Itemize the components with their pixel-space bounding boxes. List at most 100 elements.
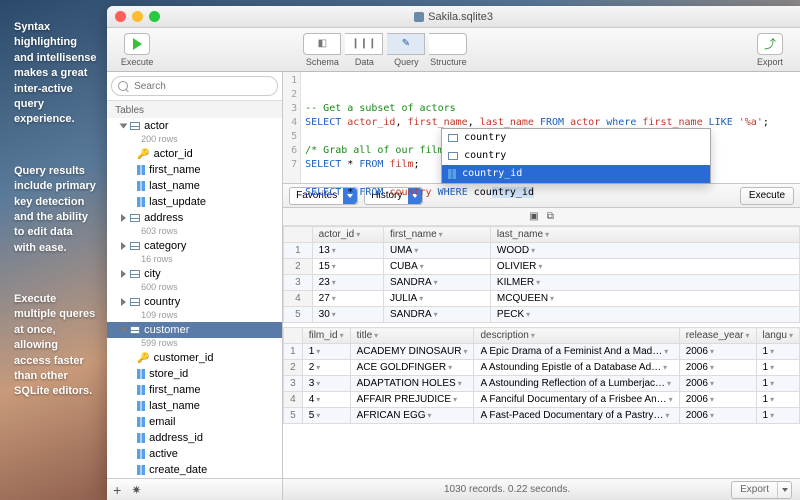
table-node-actor[interactable]: actor [107, 118, 282, 134]
cell[interactable]: AFRICAN EGG▾ [350, 408, 474, 424]
autocomplete-item[interactable]: country_id [442, 165, 710, 183]
column-header[interactable]: last_name▾ [490, 227, 799, 243]
results-pane[interactable]: ▣ ⧉ actor_id▾first_name▾last_name▾113▾UM… [283, 208, 800, 478]
cell[interactable]: A Astounding Reflection of a Lumberjac…▾ [474, 376, 679, 392]
cell[interactable]: ACADEMY DINOSAUR▾ [350, 344, 474, 360]
cell[interactable]: A Astounding Epistle of a Database Ad…▾ [474, 360, 679, 376]
cell[interactable]: 5▾ [302, 408, 350, 424]
cell[interactable]: 1▾ [756, 392, 799, 408]
cell[interactable]: A Fast-Paced Documentary of a Pastry…▾ [474, 408, 679, 424]
cell[interactable]: 2006▾ [679, 376, 756, 392]
table-row[interactable]: 44▾AFFAIR PREJUDICE▾A Fanciful Documenta… [284, 392, 800, 408]
column-node[interactable]: last_name [107, 398, 282, 414]
table-row[interactable]: 22▾ACE GOLDFINGER▾A Astounding Epistle o… [284, 360, 800, 376]
tab-structure[interactable]: Structure [427, 33, 469, 67]
cell[interactable]: A Fanciful Documentary of a Frisbee An…▾ [474, 392, 679, 408]
cell[interactable]: 15▾ [312, 259, 383, 275]
table-row[interactable]: 215▾CUBA▾OLIVIER▾ [284, 259, 800, 275]
table-row[interactable]: 530▾SANDRA▾PECK▾ [284, 307, 800, 323]
table-node-country[interactable]: country [107, 294, 282, 310]
cell[interactable]: PECK▾ [490, 307, 799, 323]
table-row[interactable]: 323▾SANDRA▾KILMER▾ [284, 275, 800, 291]
titlebar[interactable]: Sakila.sqlite3 [107, 6, 800, 28]
cell[interactable]: 13▾ [312, 243, 383, 259]
cell[interactable]: 1▾ [302, 344, 350, 360]
cell[interactable]: 3▾ [302, 376, 350, 392]
results-grid-1[interactable]: actor_id▾first_name▾last_name▾113▾UMA▾WO… [283, 226, 800, 323]
column-header[interactable]: description▾ [474, 328, 679, 344]
cell[interactable]: ADAPTATION HOLES▾ [350, 376, 474, 392]
cell[interactable]: ACE GOLDFINGER▾ [350, 360, 474, 376]
cell[interactable]: MCQUEEN▾ [490, 291, 799, 307]
table-node-customer[interactable]: customer [107, 322, 282, 338]
column-node[interactable]: first_name [107, 162, 282, 178]
cell[interactable]: 1▾ [756, 360, 799, 376]
tab-schema[interactable]: ◧Schema [301, 33, 343, 67]
column-node[interactable]: 🔑customer_id [107, 350, 282, 366]
cell[interactable]: UMA▾ [383, 243, 490, 259]
cell[interactable]: 2006▾ [679, 408, 756, 424]
row-count: 109 rows [141, 310, 178, 320]
column-icon [137, 417, 145, 427]
results-grid-2[interactable]: film_id▾title▾description▾release_year▾l… [283, 327, 800, 424]
table-row[interactable]: 55▾AFRICAN EGG▾A Fast-Paced Documentary … [284, 408, 800, 424]
column-header[interactable]: release_year▾ [679, 328, 756, 344]
column-node[interactable]: store_id [107, 366, 282, 382]
tab-query[interactable]: ✎Query [385, 33, 427, 67]
column-node[interactable]: last_name [107, 178, 282, 194]
cell[interactable]: 1▾ [756, 376, 799, 392]
table-row[interactable]: 11▾ACADEMY DINOSAUR▾A Epic Drama of a Fe… [284, 344, 800, 360]
cell[interactable]: A Epic Drama of a Feminist And a Mad…▾ [474, 344, 679, 360]
search-input[interactable] [111, 76, 278, 96]
tab-data[interactable]: ❙❙❙Data [343, 33, 385, 67]
cell[interactable]: JULIA▾ [383, 291, 490, 307]
status-export-button[interactable]: Export [731, 481, 792, 499]
table-node-city[interactable]: city [107, 266, 282, 282]
table-row[interactable]: 33▾ADAPTATION HOLES▾A Astounding Reflect… [284, 376, 800, 392]
table-row[interactable]: 113▾UMA▾WOOD▾ [284, 243, 800, 259]
row-count: 603 rows [141, 226, 178, 236]
column-header[interactable]: first_name▾ [383, 227, 490, 243]
column-node[interactable]: address_id [107, 430, 282, 446]
column-node[interactable]: first_name [107, 382, 282, 398]
cell[interactable]: CUBA▾ [383, 259, 490, 275]
column-node[interactable]: create_date [107, 462, 282, 478]
cell[interactable]: SANDRA▾ [383, 275, 490, 291]
add-icon[interactable]: + [113, 482, 121, 498]
cell[interactable]: WOOD▾ [490, 243, 799, 259]
cell[interactable]: 23▾ [312, 275, 383, 291]
autocomplete-popup[interactable]: countrycountrycountry_id [441, 128, 711, 184]
table-row[interactable]: 427▾JULIA▾MCQUEEN▾ [284, 291, 800, 307]
column-node[interactable]: email [107, 414, 282, 430]
export-button[interactable]: ⤴ Export [748, 33, 792, 67]
code-area[interactable]: -- Get a subset of actorsSELECT actor_id… [301, 72, 800, 183]
cell[interactable]: 27▾ [312, 291, 383, 307]
table-tree[interactable]: actor200 rows🔑actor_idfirst_namelast_nam… [107, 118, 282, 478]
cell[interactable]: 2▾ [302, 360, 350, 376]
cell[interactable]: 2006▾ [679, 392, 756, 408]
gear-icon[interactable]: ✷ [131, 483, 141, 497]
cell[interactable]: 30▾ [312, 307, 383, 323]
column-header[interactable]: actor_id▾ [312, 227, 383, 243]
cell[interactable]: 1▾ [756, 408, 799, 424]
autocomplete-item[interactable]: country [442, 129, 710, 147]
cell[interactable]: 1▾ [756, 344, 799, 360]
column-header[interactable]: title▾ [350, 328, 474, 344]
cell[interactable]: OLIVIER▾ [490, 259, 799, 275]
cell[interactable]: KILMER▾ [490, 275, 799, 291]
column-node[interactable]: 🔑actor_id [107, 146, 282, 162]
cell[interactable]: 4▾ [302, 392, 350, 408]
cell[interactable]: SANDRA▾ [383, 307, 490, 323]
autocomplete-item[interactable]: country [442, 147, 710, 165]
column-node[interactable]: active [107, 446, 282, 462]
table-node-address[interactable]: address [107, 210, 282, 226]
table-node-category[interactable]: category [107, 238, 282, 254]
cell[interactable]: AFFAIR PREJUDICE▾ [350, 392, 474, 408]
sql-editor[interactable]: 1234567 -- Get a subset of actorsSELECT … [283, 72, 800, 184]
cell[interactable]: 2006▾ [679, 360, 756, 376]
cell[interactable]: 2006▾ [679, 344, 756, 360]
column-header[interactable]: langu▾ [756, 328, 799, 344]
execute-button[interactable]: Execute [115, 33, 159, 67]
column-node[interactable]: last_update [107, 194, 282, 210]
column-header[interactable]: film_id▾ [302, 328, 350, 344]
